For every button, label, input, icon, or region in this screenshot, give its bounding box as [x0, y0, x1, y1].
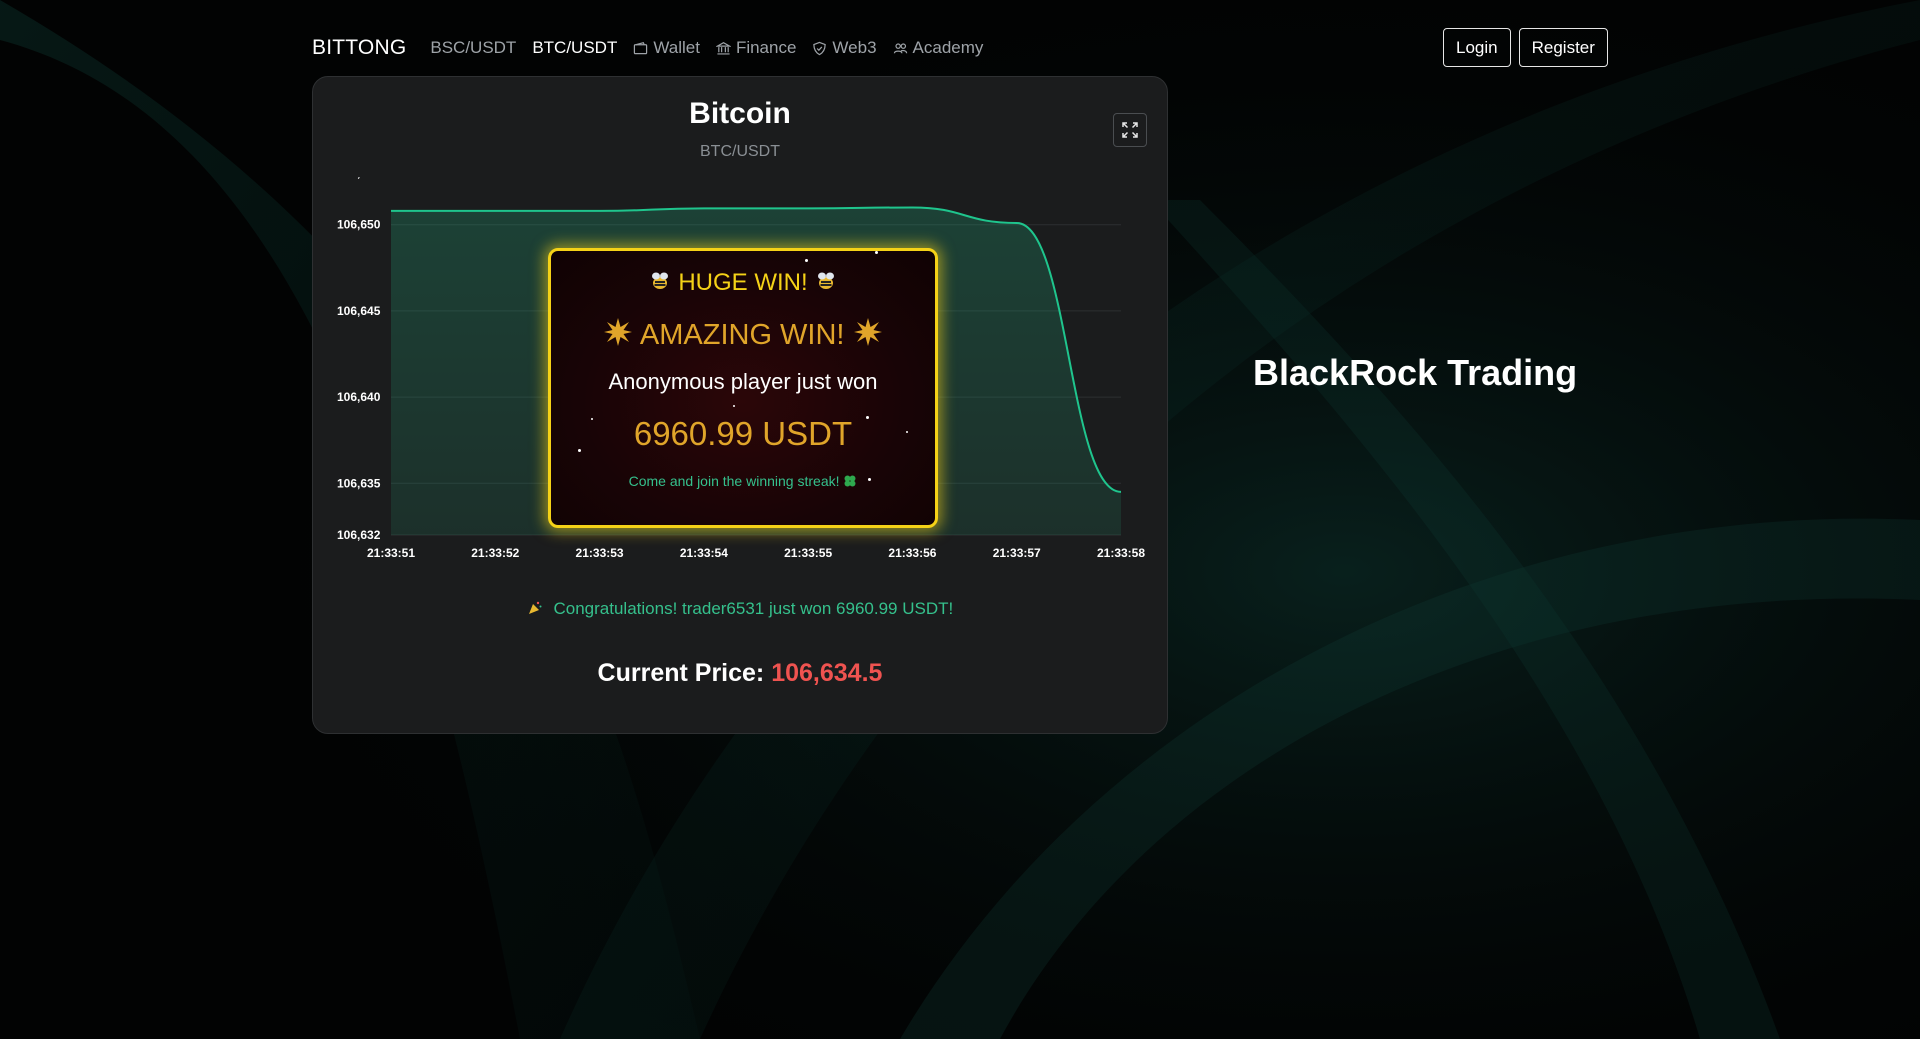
- current-price: Current Price: 106,634.5: [313, 659, 1167, 688]
- anonymous-winner-text: Anonymous player just won: [608, 369, 878, 394]
- y-tick-label: 106,632: [337, 528, 381, 542]
- huge-win-heading: HUGE WIN!: [551, 269, 935, 299]
- card-title: Bitcoin: [689, 97, 791, 130]
- join-text: Come and join the winning streak!: [628, 473, 840, 489]
- people-icon: [893, 42, 907, 53]
- clover-icon: [843, 474, 857, 491]
- nav-link-btc-usdt[interactable]: BTC/USDT: [532, 38, 617, 58]
- y-tick-label: 106,653: [337, 177, 381, 180]
- x-tick-label: 21:33:58: [1097, 546, 1145, 560]
- current-price-label: Current Price:: [597, 659, 765, 687]
- huge-win-text: HUGE WIN!: [678, 269, 808, 296]
- bee-icon: [648, 270, 672, 299]
- congratulations-text: Congratulations! trader6531 just won 696…: [553, 599, 954, 618]
- nav-link-label: Academy: [912, 38, 984, 57]
- join-streak-text: Come and join the winning streak!: [551, 473, 935, 491]
- congratulations-ticker: Congratulations! trader6531 just won 696…: [313, 599, 1167, 621]
- sparkle-dot: [875, 251, 878, 254]
- x-tick-label: 21:33:55: [784, 546, 832, 560]
- nav-link-label: Wallet: [653, 38, 700, 57]
- nav-link-label: Web3: [832, 38, 877, 57]
- win-amount: 6960.99 USDT: [633, 415, 853, 452]
- x-tick-label: 21:33:52: [471, 546, 519, 560]
- x-tick-label: 21:33:56: [888, 546, 936, 560]
- x-tick-label: 21:33:57: [993, 546, 1041, 560]
- x-tick-label: 21:33:53: [576, 546, 624, 560]
- login-button[interactable]: Login: [1443, 28, 1511, 67]
- top-nav: BITTONG BSC/USDT BTC/USDT Wallet Finance…: [312, 28, 999, 68]
- auth-buttons: Login Register: [1443, 28, 1608, 67]
- y-tick-label: 106,635: [337, 476, 381, 490]
- brand-logo[interactable]: BITTONG: [312, 36, 406, 60]
- fullscreen-button[interactable]: [1113, 113, 1147, 147]
- amazing-win-heading: AMAZING WIN!: [551, 317, 935, 355]
- sparkle-dot: [733, 405, 735, 407]
- register-button[interactable]: Register: [1518, 28, 1608, 67]
- nav-link-label: Finance: [735, 38, 797, 57]
- wallet-icon: [634, 41, 648, 54]
- y-tick-label: 106,645: [337, 304, 381, 318]
- party-popper-icon: [527, 600, 543, 621]
- nav-link-finance[interactable]: Finance: [715, 38, 797, 58]
- price-chart-card: Bitcoin BTC/USDT 106,653 106,650 106,645 10…: [312, 76, 1168, 734]
- nav-link-wallet[interactable]: Wallet: [633, 38, 700, 58]
- y-tick-label: 106,640: [337, 390, 381, 404]
- sparkle-dot: [805, 259, 808, 262]
- x-tick-label: 21:33:54: [680, 546, 728, 560]
- nav-link-label: BTC/USDT: [532, 38, 618, 57]
- y-tick-label: 106,650: [337, 218, 381, 232]
- side-title: BlackRock Trading: [1253, 352, 1578, 393]
- nav-link-bsc-usdt[interactable]: BSC/USDT: [430, 38, 516, 58]
- sparkle-burst-icon: [853, 317, 883, 355]
- sparkle-burst-icon: [603, 317, 633, 355]
- bee-icon: [814, 270, 838, 299]
- shield-icon: [813, 41, 827, 55]
- current-price-value: 106,634.5: [771, 659, 883, 687]
- card-subtitle: BTC/USDT: [700, 143, 780, 160]
- nav-link-web3[interactable]: Web3: [812, 38, 877, 58]
- nav-link-label: BSC/USDT: [430, 38, 517, 57]
- nav-link-academy[interactable]: Academy: [893, 38, 984, 58]
- win-popup: HUGE WIN! AMAZING WIN! Anonymous player …: [548, 248, 938, 528]
- fullscreen-icon: [1122, 122, 1138, 138]
- bank-icon: [715, 41, 731, 55]
- x-tick-label: 21:33:51: [367, 546, 415, 560]
- amazing-win-text: AMAZING WIN!: [639, 319, 845, 351]
